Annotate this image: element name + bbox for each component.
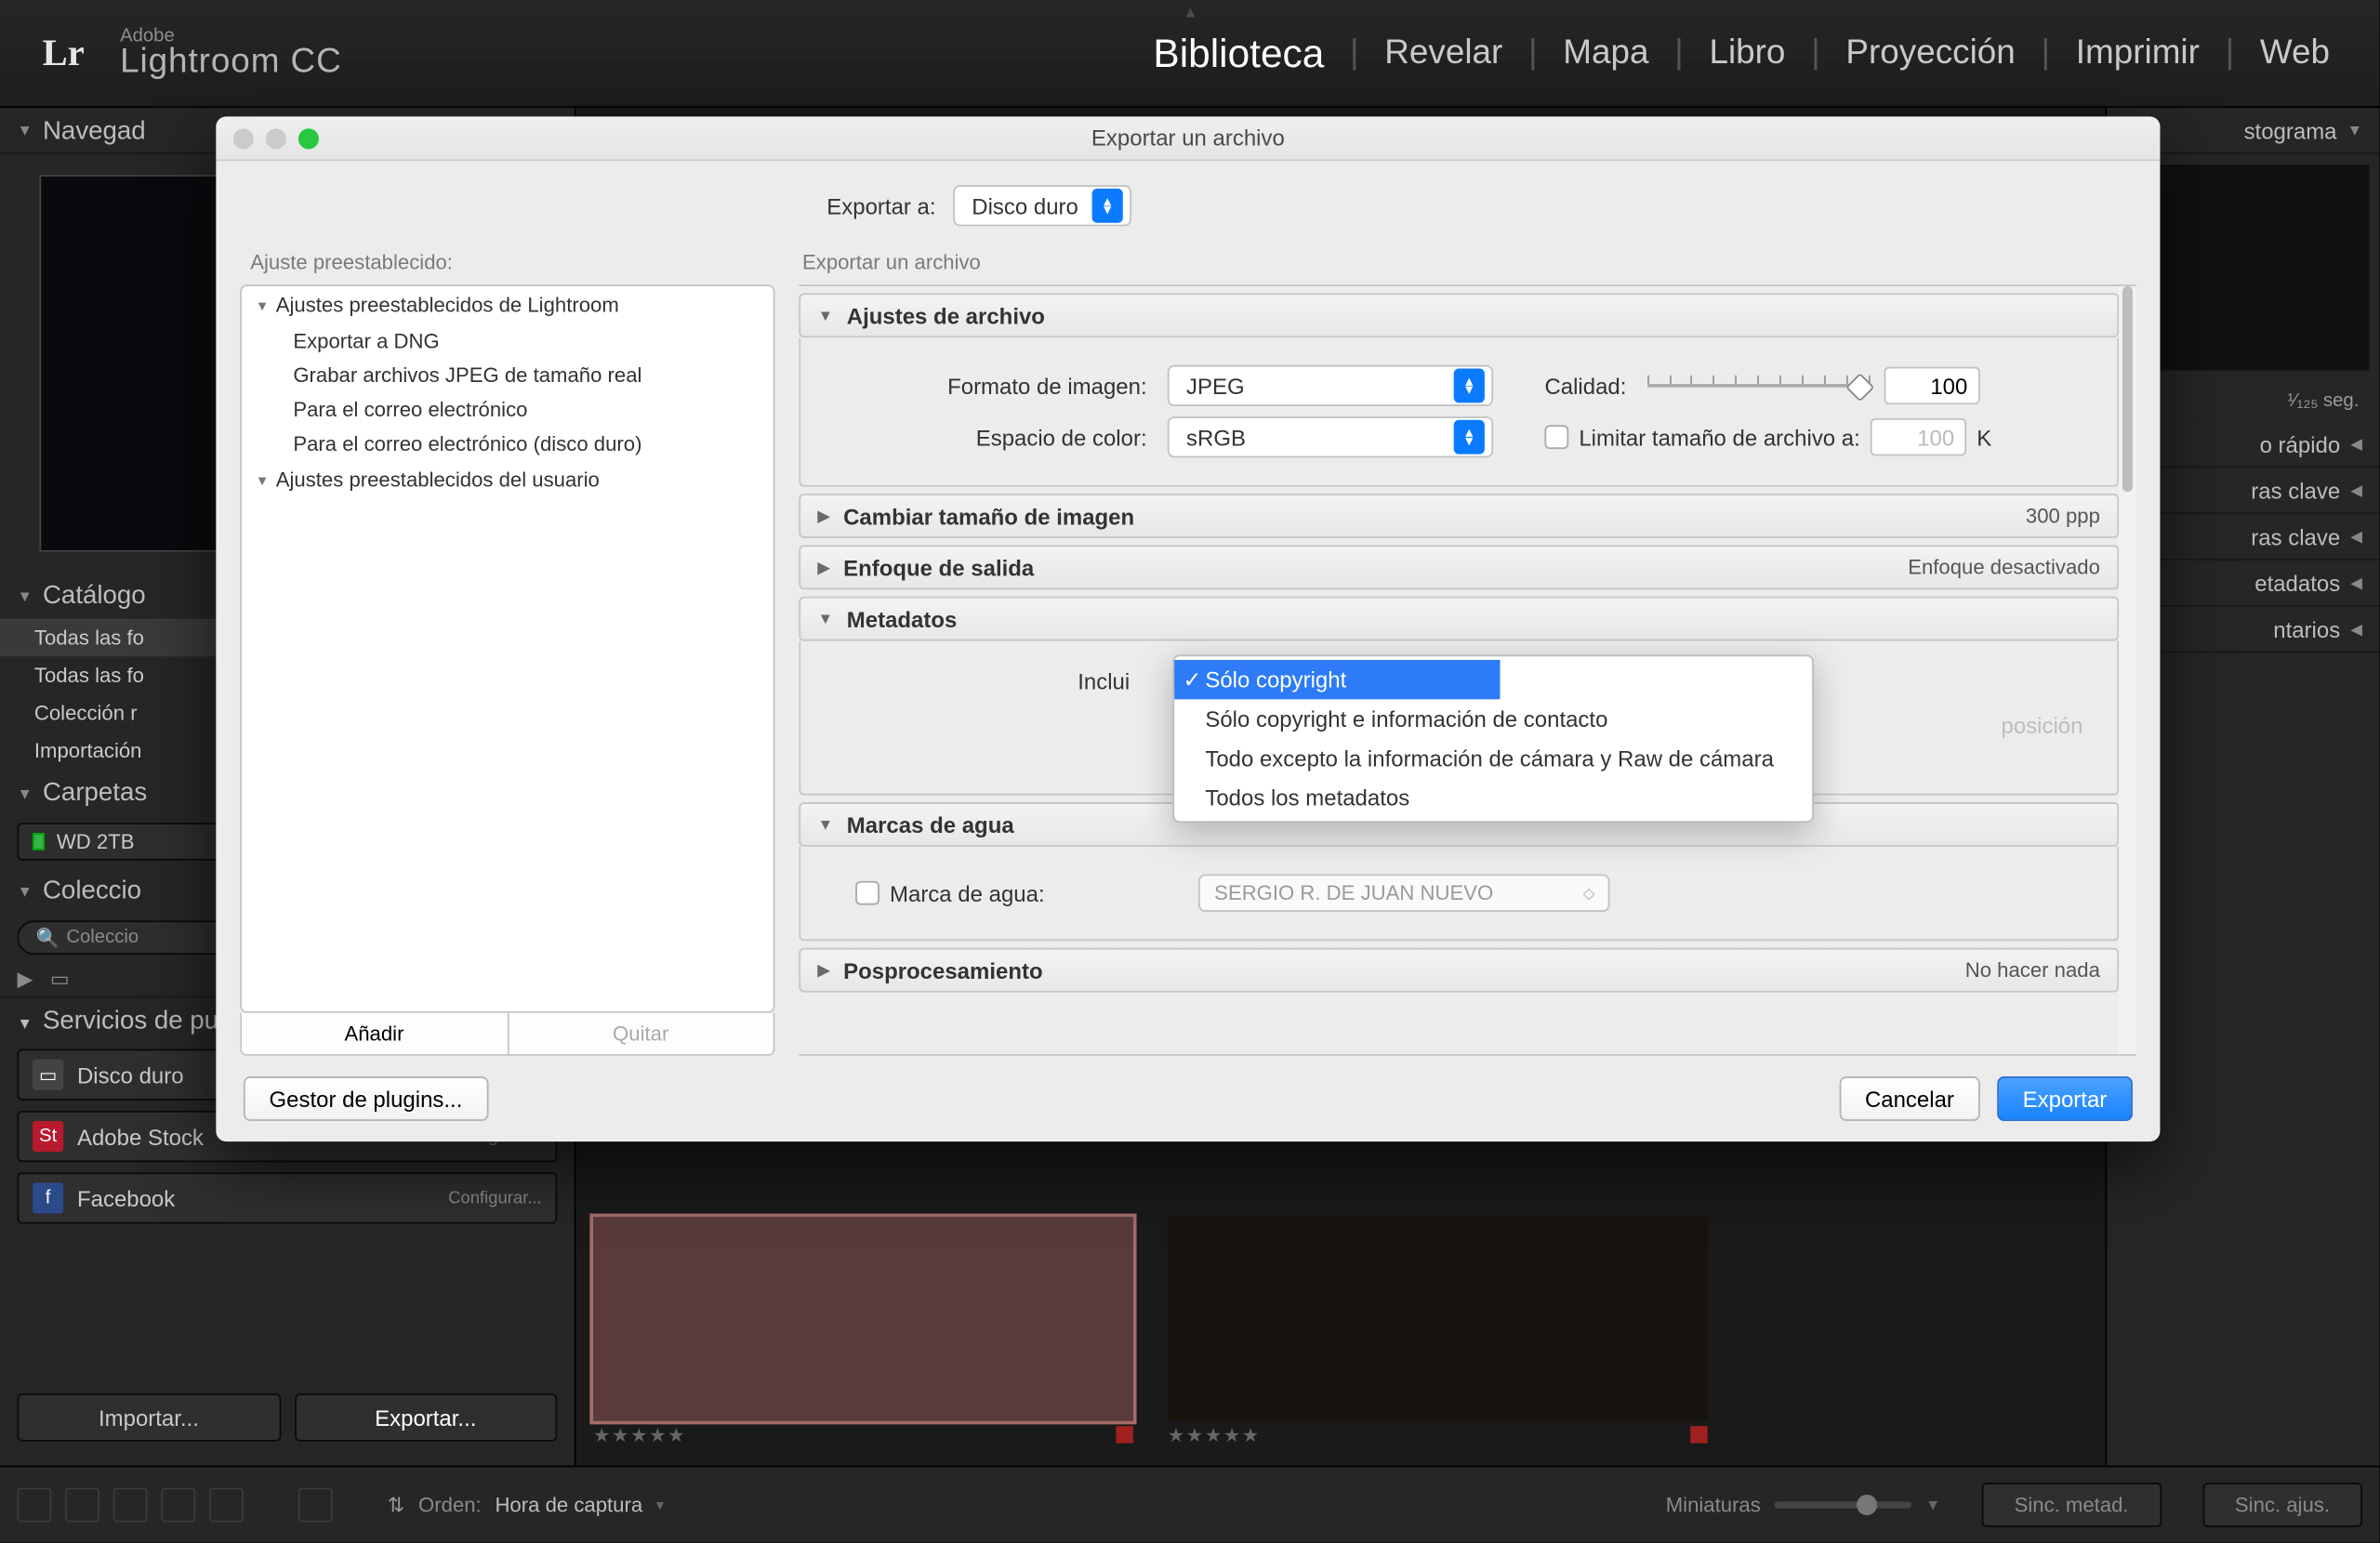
sync-settings-button[interactable]: Sinc. ajus. (2202, 1483, 2362, 1527)
preset-group[interactable]: ▼Ajustes preestablecidos de Lightroom (242, 286, 774, 324)
grid-view-icon[interactable] (17, 1488, 51, 1523)
preset-item[interactable]: Exportar a DNG (242, 324, 774, 359)
section-metadata[interactable]: ▼Metadatos (799, 597, 2119, 641)
caret-icon: ▴▾ (1454, 368, 1485, 402)
survey-view-icon[interactable] (161, 1488, 195, 1523)
limit-size-unit: K (1977, 424, 1991, 450)
quality-input[interactable] (1884, 367, 1979, 405)
quality-label: Calidad: (1544, 373, 1646, 399)
color-space-label: Espacio de color: (825, 424, 1168, 450)
cancel-button[interactable]: Cancelar (1839, 1076, 1979, 1121)
section-resize[interactable]: ▶Cambiar tamaño de imagen300 ppp (799, 494, 2119, 538)
preset-item[interactable]: Para el correo electrónico (disco duro) (242, 427, 774, 461)
metadata-include-dropdown[interactable]: Sólo copyright Sólo copyright e informac… (1172, 654, 1814, 823)
dialog-titlebar[interactable]: Exportar un archivo (216, 116, 2160, 161)
sort-icon[interactable]: ⇅ (388, 1493, 405, 1517)
metadata-option[interactable]: Todo excepto la información de cámara y … (1174, 739, 1812, 778)
sort-value[interactable]: Hora de captura (495, 1493, 642, 1517)
watermark-label: Marca de agua: (890, 880, 1045, 906)
preset-remove-button[interactable]: Quitar (507, 1013, 774, 1054)
preset-item[interactable]: Grabar archivos JPEG de tamaño real (242, 358, 774, 392)
chevron-down-icon[interactable]: ▼ (1925, 1497, 1940, 1513)
sync-metadata-button[interactable]: Sinc. metad. (1982, 1483, 2162, 1527)
position-label-disabled: posición (2001, 713, 2082, 739)
thumbnail-size-slider[interactable] (1775, 1501, 1912, 1508)
sort-label: Orden: (418, 1493, 482, 1517)
watermark-checkbox[interactable] (855, 881, 879, 905)
preset-group[interactable]: ▼Ajustes preestablecidos del usuario (242, 461, 774, 499)
thumbnails-label: Miniaturas (1666, 1493, 1761, 1517)
image-format-select[interactable]: JPEG▴▾ (1168, 365, 1493, 406)
limit-size-checkbox[interactable] (1544, 425, 1568, 449)
export-dialog: Exportar un archivo Exportar a: Disco du… (216, 116, 2160, 1141)
caret-icon: ▴▾ (1454, 420, 1485, 455)
plugin-manager-button[interactable]: Gestor de plugins... (244, 1076, 488, 1121)
compare-view-icon[interactable] (113, 1488, 148, 1523)
scrollbar[interactable] (2119, 286, 2135, 1054)
spray-icon[interactable] (298, 1488, 333, 1523)
color-space-select[interactable]: sRGB▴▾ (1168, 416, 1493, 457)
preset-item[interactable]: Para el correo electrónico (242, 392, 774, 427)
loupe-view-icon[interactable] (65, 1488, 99, 1523)
metadata-option[interactable]: Sólo copyright e información de contacto (1174, 699, 1812, 738)
preset-label: Ajuste preestablecido: (250, 250, 774, 274)
image-format-label: Formato de imagen: (825, 373, 1168, 399)
section-postprocess[interactable]: ▶PosprocesamientoNo hacer nada (799, 948, 2119, 993)
metadata-option[interactable]: Todos los metadatos (1174, 778, 1812, 817)
export-to-select[interactable]: Disco duro ▴▾ (953, 185, 1131, 226)
caret-icon: ▴▾ (1092, 189, 1123, 223)
section-output-sharpen[interactable]: ▶Enfoque de salidaEnfoque desactivado (799, 545, 2119, 589)
limit-size-label: Limitar tamaño de archivo a: (1579, 424, 1859, 450)
caret-icon: ◇ (1583, 884, 1595, 903)
metadata-option[interactable]: Sólo copyright (1174, 660, 1500, 699)
preset-list[interactable]: ▼Ajustes preestablecidos de Lightroom Ex… (240, 284, 774, 1013)
dialog-title: Exportar un archivo (216, 125, 2160, 152)
export-to-label: Exportar a: (826, 192, 935, 218)
section-file-settings[interactable]: ▼Ajustes de archivo (799, 293, 2119, 337)
preset-add-button[interactable]: Añadir (242, 1013, 507, 1054)
export-confirm-button[interactable]: Exportar (1997, 1076, 2133, 1121)
quality-slider[interactable] (1647, 372, 1871, 400)
include-label: Inclui (825, 668, 1150, 694)
settings-label: Exportar un archivo (802, 250, 2136, 274)
people-view-icon[interactable] (209, 1488, 244, 1523)
watermark-select[interactable]: SERGIO R. DE JUAN NUEVO◇ (1199, 874, 1611, 912)
limit-size-input[interactable] (1871, 418, 1966, 456)
